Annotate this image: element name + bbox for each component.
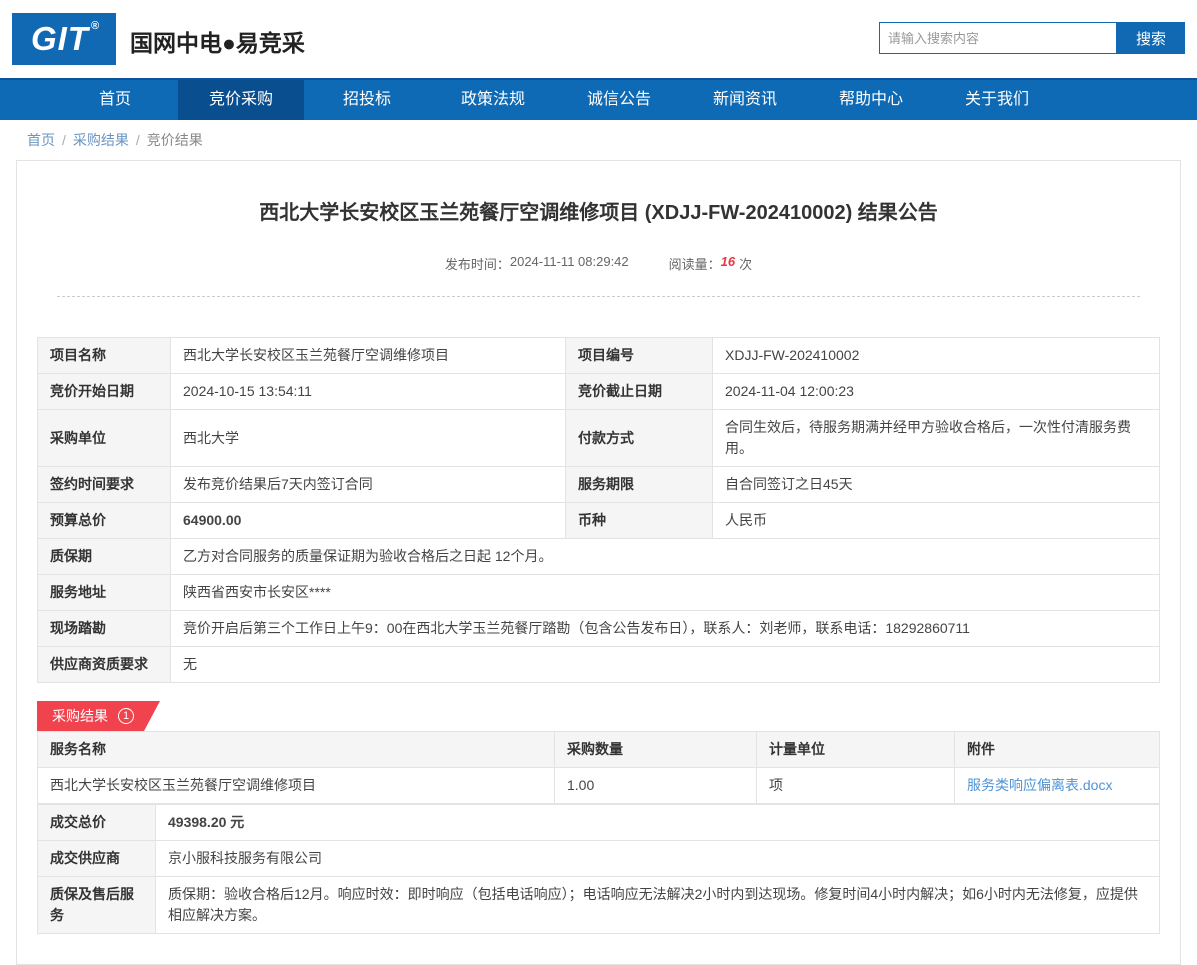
info-value: 64900.00 (170, 502, 566, 539)
info-value: 竞价开启后第三个工作日上午9：00在西北大学玉兰苑餐厅踏勘（包含公告发布日），联… (170, 610, 1160, 647)
info-label: 服务地址 (37, 574, 171, 611)
info-value: 自合同签订之日45天 (712, 466, 1160, 503)
announcement-card: 西北大学长安校区玉兰苑餐厅空调维修项目 (XDJJ-FW-202410002) … (16, 160, 1181, 965)
info-label: 服务期限 (565, 466, 713, 503)
publish-time-label: 发布时间： (444, 257, 510, 272)
info-label: 竞价截止日期 (565, 373, 713, 410)
site-logo[interactable]: GIT ® (12, 13, 116, 65)
summary-value: 质保期：验收合格后12月。响应时效：即时响应（包括电话响应）；电话响应无法解决2… (155, 876, 1160, 934)
info-row: 竞价开始日期 2024-10-15 13:54:11 竞价截止日期 2024-11-0… (37, 373, 1160, 410)
card-body: 项目名称 西北大学长安校区玉兰苑餐厅空调维修项目 项目编号 XDJJ-FW-20241… (17, 297, 1180, 964)
info-value: XDJJ-FW-202410002 (712, 337, 1160, 374)
result-col-header: 采购数量 (554, 731, 757, 768)
summary-label: 成交总价 (37, 804, 156, 841)
views-count: 16 (720, 254, 736, 269)
summary-label: 质保及售后服务 (37, 876, 156, 934)
nav-list: 首页 竞价采购 招投标 政策法规 诚信公告 新闻资讯 帮助中心 关于我们 (52, 80, 1197, 120)
info-value: 2024-11-04 12:00:23 (712, 373, 1160, 410)
info-value: 发布竞价结果后7天内签订合同 (170, 466, 566, 503)
info-label: 项目编号 (565, 337, 713, 374)
project-info-table: 项目名称 西北大学长安校区玉兰苑餐厅空调维修项目 项目编号 XDJJ-FW-20241… (37, 337, 1160, 683)
info-label: 质保期 (37, 538, 171, 575)
summary-label: 成交供应商 (37, 840, 156, 877)
info-row: 现场踏勘 竞价开启后第三个工作日上午9：00在西北大学玉兰苑餐厅踏勘（包含公告发布… (37, 610, 1160, 647)
info-row: 签约时间要求 发布竞价结果后7天内签订合同 服务期限 自合同签订之日45天 (37, 466, 1160, 503)
result-count-circle-icon: 1 (118, 708, 134, 724)
summary-value: 京小服科技服务有限公司 (155, 840, 1160, 877)
info-value: 人民币 (712, 502, 1160, 539)
breadcrumb: 首页 / 采购结果 / 竞价结果 (0, 120, 1197, 160)
info-label: 采购单位 (37, 409, 171, 467)
attachment-link[interactable]: 服务类响应偏离表.docx (967, 777, 1112, 793)
info-value: 2024-10-15 13:54:11 (170, 373, 566, 410)
breadcrumb-separator: / (135, 132, 140, 148)
info-value: 西北大学长安校区玉兰苑餐厅空调维修项目 (170, 337, 566, 374)
summary-row: 成交总价 49398.20 元 (37, 804, 1160, 841)
info-value: 合同生效后，待服务期满并经甲方验收合格后，一次性付清服务费用。 (712, 409, 1160, 467)
nav-item-帮助中心[interactable]: 帮助中心 (808, 80, 934, 120)
info-label: 现场踏勘 (37, 610, 171, 647)
info-row: 质保期 乙方对合同服务的质量保证期为验收合格后之日起 12个月。 (37, 538, 1160, 575)
meta-spacer (629, 254, 669, 273)
summary-value: 49398.20 元 (155, 804, 1160, 841)
result-service-name: 西北大学长安校区玉兰苑餐厅空调维修项目 (37, 767, 555, 804)
info-label: 竞价开始日期 (37, 373, 171, 410)
page-title: 西北大学长安校区玉兰苑餐厅空调维修项目 (XDJJ-FW-202410002) … (259, 202, 938, 224)
search-button[interactable]: 搜索 (1117, 22, 1185, 54)
breadcrumb-link-首页[interactable]: 首页 (27, 132, 55, 148)
result-col-header: 计量单位 (756, 731, 955, 768)
info-row: 采购单位 西北大学 付款方式 合同生效后，待服务期满并经甲方验收合格后，一次性付清服务… (37, 409, 1160, 467)
nav-item-诚信公告[interactable]: 诚信公告 (556, 80, 682, 120)
result-col-header: 附件 (954, 731, 1160, 768)
info-label: 预算总价 (37, 502, 171, 539)
announcement-meta: 发布时间： 2024-11-11 08:29:42 阅读量： 16 次 (57, 254, 1140, 273)
result-quantity: 1.00 (554, 767, 757, 804)
views-unit: 次 (739, 257, 753, 272)
search-input[interactable] (879, 22, 1117, 54)
nav-item-新闻资讯[interactable]: 新闻资讯 (682, 80, 808, 120)
info-label: 币种 (565, 502, 713, 539)
breadcrumb-link-采购结果[interactable]: 采购结果 (73, 132, 129, 148)
result-table: 服务名称 采购数量 计量单位 附件 西北大学长安校区玉兰苑餐厅空调维修项目 1.00 项服… (37, 731, 1160, 804)
views-label: 阅读量： (668, 257, 721, 272)
info-row: 服务地址 陕西省西安市长安区**** (37, 574, 1160, 611)
info-label: 供应商资质要求 (37, 646, 171, 683)
nav-item-关于我们[interactable]: 关于我们 (934, 80, 1060, 120)
result-summary-table: 成交总价 49398.20 元成交供应商 京小服科技服务有限公司 质保及售后服务 质保期… (37, 804, 1160, 934)
info-value: 陕西省西安市长安区**** (170, 574, 1160, 611)
breadcrumb-separator: / (62, 132, 66, 148)
search-bar: 搜索 (879, 22, 1185, 54)
site-title: 国网中电●易竞采 (130, 30, 305, 56)
result-attachment-cell: 服务类响应偏离表.docx (954, 767, 1160, 804)
info-label: 签约时间要求 (37, 466, 171, 503)
summary-row: 成交供应商 京小服科技服务有限公司 (37, 840, 1160, 877)
info-label: 项目名称 (37, 337, 171, 374)
nav-item-政策法规[interactable]: 政策法规 (430, 80, 556, 120)
site-header: GIT® 国网中电●易竞采 搜索 (0, 0, 1197, 78)
info-value: 乙方对合同服务的质量保证期为验收合格后之日起 12个月。 (170, 538, 1160, 575)
result-col-header: 服务名称 (37, 731, 555, 768)
summary-row: 质保及售后服务 质保期：验收合格后12月。响应时效：即时响应（包括电话响应）；电话… (37, 876, 1160, 934)
result-unit: 项 (756, 767, 955, 804)
info-row: 预算总价 64900.00 币种 人民币 (37, 502, 1160, 539)
nav-item-招投标[interactable]: 招投标 (304, 80, 430, 120)
info-label: 付款方式 (565, 409, 713, 467)
procurement-result-badge: 采购结果 1 (37, 701, 160, 731)
info-row: 供应商资质要求无 (37, 646, 1160, 683)
result-row: 西北大学长安校区玉兰苑餐厅空调维修项目 1.00 项服务类响应偏离表.docx (37, 767, 1160, 804)
info-value: 无 (170, 646, 1160, 683)
nav-item-首页[interactable]: 首页 (52, 80, 178, 120)
card-head: 西北大学长安校区玉兰苑餐厅空调维修项目 (XDJJ-FW-202410002) … (17, 161, 1180, 297)
info-row: 项目名称 西北大学长安校区玉兰苑餐厅空调维修项目 项目编号 XDJJ-FW-20241… (37, 337, 1160, 374)
nav-item-竞价采购[interactable]: 竞价采购 (178, 80, 304, 120)
result-badge-label: 采购结果 (52, 708, 108, 724)
result-badge-wrap: 采购结果 1 (37, 701, 1160, 731)
registered-mark-icon: ® (90, 20, 100, 32)
main-nav: 首页 竞价采购 招投标 政策法规 诚信公告 新闻资讯 帮助中心 关于我们 (0, 78, 1197, 120)
publish-time-value: 2024-11-11 08:29:42 (509, 254, 629, 269)
info-value: 西北大学 (170, 409, 566, 467)
logo-text: GIT (30, 20, 89, 57)
breadcrumb-current: 竞价结果 (146, 132, 203, 148)
